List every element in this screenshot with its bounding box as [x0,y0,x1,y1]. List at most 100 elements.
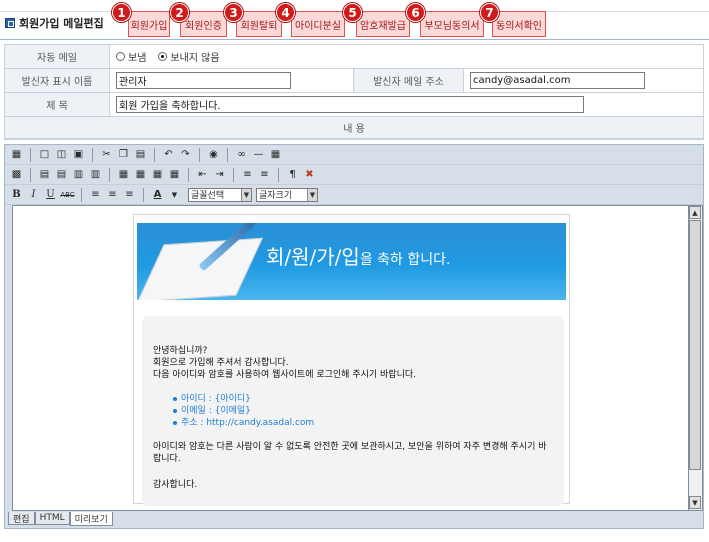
font-size-select-value: 글자크기 [259,191,293,201]
link-icon[interactable]: ∞ [234,147,249,162]
tab-parent-consent[interactable]: 부모님동의서 [420,11,484,37]
auto-mail-label: 자동 메일 [5,45,110,68]
email-security-notice: 아이디와 암호는 다른 사람이 알 수 없도록 안전한 곳에 보관하시고, 보안… [153,442,547,464]
welcome-banner: 회/원/가/입을 축하 합니다. [137,223,566,300]
cell-props-icon[interactable]: ▦ [150,167,165,182]
html-editor: ▦ □ ◫ ▣ ✂ ❐ ▤ ↶ ↷ ◉ ∞ — ▦ ▩ ▤ ▤ ▥ ▥ ▦ ▦ … [4,144,704,529]
font-family-select[interactable]: 글꼴선택 ▼ [188,187,252,202]
account-info-list: 아이디 : {아이디} 이메일 : {이메일} 주소 : http://cand… [173,393,552,429]
tab-label: 회원가입 [130,20,168,32]
banner-headline-main: 회/원/가/입 [266,245,360,269]
mode-tab-edit[interactable]: 편집 [8,512,35,525]
indent-icon[interactable]: ⇥ [212,167,227,182]
cut-icon[interactable]: ✂ [99,147,114,162]
list-item: 아이디 : {아이디} [173,393,552,405]
strikethrough-icon[interactable]: ABC [60,187,75,202]
copy-icon[interactable]: ❐ [116,147,131,162]
merge-cells-icon[interactable]: ▦ [116,167,131,182]
tab-find-id[interactable]: 아이디분실 [291,11,345,37]
page-title: 회원가입 메일편집 [5,15,104,31]
delete-column-icon[interactable]: ▥ [88,167,103,182]
tab-withdraw[interactable]: 회원탈퇴 [236,11,282,37]
ordered-list-icon[interactable]: ≡ [240,167,255,182]
font-size-select[interactable]: 글자크기 ▼ [256,187,318,202]
list-item: 주소 : http://candy.asadal.com [173,417,552,429]
tab-label: 동의서확인 [496,20,542,32]
open-icon[interactable]: ◫ [54,147,69,162]
align-right-icon[interactable]: ≡ [122,187,137,202]
banner-headline: 회/원/가/입을 축하 합니다. [266,241,450,270]
image-icon[interactable]: ▩ [9,167,24,182]
editor-vertical-scrollbar[interactable]: ▲ ▼ [689,205,703,511]
editor-toolbar-row-3: B I U ABC ≡ ≡ ≡ A ▼ 글꼴선택 ▼ 글자크기 ▼ [5,185,703,205]
tab-bar-divider [0,39,709,40]
undo-icon[interactable]: ↶ [161,147,176,162]
auto-mail-send-radio[interactable]: 보냄 [116,49,146,64]
insert-column-icon[interactable]: ▥ [71,167,86,182]
sender-name-input[interactable] [116,72,291,89]
page-title-text: 회원가입 메일편집 [19,17,104,30]
tab-number-badge: 7 [480,3,499,22]
underline-icon[interactable]: U [43,187,58,202]
sender-name-label: 발신자 표시 이름 [5,69,110,92]
italic-icon[interactable]: I [26,187,41,202]
editor-toolbar-row-2: ▩ ▤ ▤ ▥ ▥ ▦ ▦ ▦ ▦ ⇤ ⇥ ≡ ≡ ¶ ✖ [5,165,703,185]
source-icon[interactable]: ▦ [9,147,24,162]
font-color-icon[interactable]: A [150,187,165,202]
align-left-icon[interactable]: ≡ [88,187,103,202]
scroll-up-icon[interactable]: ▲ [689,206,701,219]
font-color-dropdown-icon[interactable]: ▼ [167,187,182,202]
toolbar-separator [154,147,155,162]
scroll-thumb[interactable] [689,220,701,470]
find-icon[interactable]: ◉ [206,147,221,162]
mode-tab-html[interactable]: HTML [34,512,70,525]
clear-format-icon[interactable]: ✖ [302,167,317,182]
subject-label: 제 목 [5,93,110,116]
delete-row-icon[interactable]: ▤ [54,167,69,182]
email-greeting: 안녕하십니까? [153,346,208,356]
toolbar-separator [30,147,31,162]
editor-canvas[interactable]: 회/원/가/입을 축하 합니다. 안녕하십니까? 회원으로 가입해 주셔서 감사… [12,205,689,511]
sender-row: 발신자 표시 이름 발신자 메일 주소 [5,69,703,93]
toolbar-separator [199,147,200,162]
paper-illustration [137,237,264,300]
tab-number-badge: 3 [224,3,243,22]
paragraph-icon[interactable]: ¶ [285,167,300,182]
tab-signup[interactable]: 회원가입 [128,11,170,37]
tab-consent-check[interactable]: 동의서확인 [492,11,546,37]
tab-number-badge: 1 [112,3,131,22]
save-icon[interactable]: ▣ [71,147,86,162]
toolbar-separator [227,147,228,162]
auto-mail-dont-send-radio[interactable]: 보내지 않음 [158,49,220,64]
toolbar-separator [30,167,31,182]
toolbar-separator [81,187,82,202]
mail-settings-form: 자동 메일 보냄 보내지 않음 발신자 표시 이름 발신자 메일 주소 제 목 … [4,44,704,140]
paste-icon[interactable]: ▤ [133,147,148,162]
email-body: 안녕하십니까? 회원으로 가입해 주셔서 감사합니다. 다음 아이디와 암호를 … [142,316,564,506]
sender-email-input[interactable] [470,72,645,89]
bold-icon[interactable]: B [9,187,24,202]
split-cells-icon[interactable]: ▦ [133,167,148,182]
scroll-down-icon[interactable]: ▼ [689,496,701,509]
new-document-icon[interactable]: □ [37,147,52,162]
tab-label: 아이디분실 [295,20,341,32]
tab-reissue-password[interactable]: 암호재발급 [356,11,410,37]
email-preview: 회/원/가/입을 축하 합니다. 안녕하십니까? 회원으로 가입해 주셔서 감사… [133,214,570,506]
horizontal-rule-icon[interactable]: — [251,147,266,162]
align-center-icon[interactable]: ≡ [105,187,120,202]
auto-mail-row: 자동 메일 보냄 보내지 않음 [5,45,703,69]
radio-dot-selected [158,52,168,61]
subject-input[interactable] [116,96,584,113]
mail-edit-icon [5,18,15,28]
insert-row-icon[interactable]: ▤ [37,167,52,182]
mode-tab-preview[interactable]: 미리보기 [69,512,113,526]
table-props-icon[interactable]: ▦ [167,167,182,182]
email-closing: 감사합니다. [153,480,198,490]
font-family-select-value: 글꼴선택 [191,191,225,201]
table-icon[interactable]: ▦ [268,147,283,162]
editor-toolbar-row-1: ▦ □ ◫ ▣ ✂ ❐ ▤ ↶ ↷ ◉ ∞ — ▦ [5,145,703,165]
outdent-icon[interactable]: ⇤ [195,167,210,182]
redo-icon[interactable]: ↷ [178,147,193,162]
content-label: 내 용 [5,117,703,139]
unordered-list-icon[interactable]: ≡ [257,167,272,182]
